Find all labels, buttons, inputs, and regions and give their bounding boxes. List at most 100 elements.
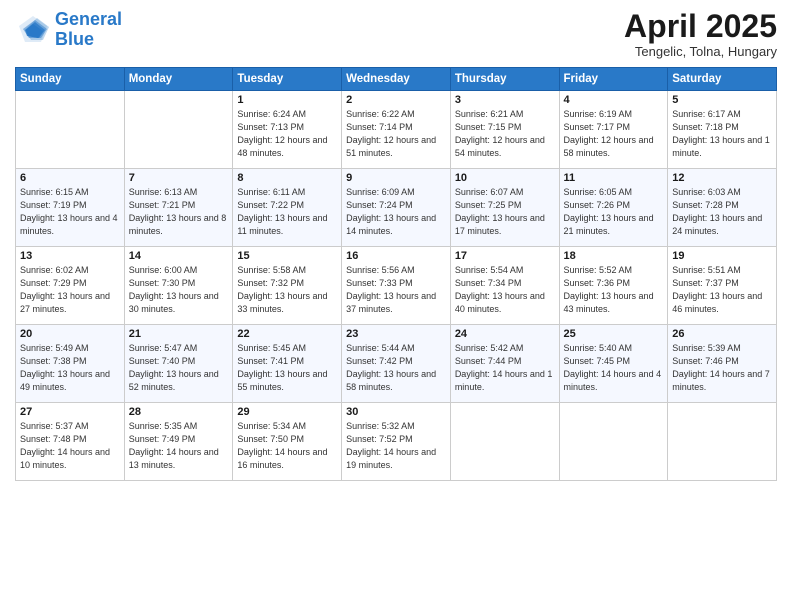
calendar-cell: 11 Sunrise: 6:05 AMSunset: 7:26 PMDayligh… — [559, 169, 668, 247]
calendar-cell: 17 Sunrise: 5:54 AMSunset: 7:34 PMDayligh… — [450, 247, 559, 325]
location: Tengelic, Tolna, Hungary — [624, 44, 777, 59]
calendar-cell: 9 Sunrise: 6:09 AMSunset: 7:24 PMDaylight… — [342, 169, 451, 247]
calendar-cell: 26 Sunrise: 5:39 AMSunset: 7:46 PMDayligh… — [668, 325, 777, 403]
calendar-cell: 14Sunrise: 6:00 AMSunset: 7:30 PMDayligh… — [124, 247, 233, 325]
day-info: Sunrise: 5:49 AMSunset: 7:38 PMDaylight:… — [20, 342, 120, 394]
calendar-cell — [668, 403, 777, 481]
day-info: Sunrise: 6:15 AMSunset: 7:19 PMDaylight:… — [20, 186, 120, 238]
day-number: 16 — [346, 250, 446, 262]
calendar-cell — [124, 91, 233, 169]
day-number: 3 — [455, 94, 555, 106]
day-info: Sunrise: 5:39 AMSunset: 7:46 PMDaylight:… — [672, 342, 772, 394]
calendar-cell: 22Sunrise: 5:45 AMSunset: 7:41 PMDayligh… — [233, 325, 342, 403]
col-wednesday: Wednesday — [342, 68, 451, 91]
day-number: 9 — [346, 172, 446, 184]
logo-text: General Blue — [55, 10, 122, 50]
day-info: Sunrise: 5:40 AMSunset: 7:45 PMDaylight:… — [564, 342, 664, 394]
logo-line2: Blue — [55, 29, 94, 49]
calendar-cell: 16 Sunrise: 5:56 AMSunset: 7:33 PMDayligh… — [342, 247, 451, 325]
day-number: 1 — [237, 94, 337, 106]
day-info: Sunrise: 6:13 AMSunset: 7:21 PMDaylight:… — [129, 186, 229, 238]
col-saturday: Saturday — [668, 68, 777, 91]
day-number: 5 — [672, 94, 772, 106]
day-number: 17 — [455, 250, 555, 262]
calendar-table: Sunday Monday Tuesday Wednesday Thursday… — [15, 67, 777, 481]
day-number: 29 — [237, 406, 337, 418]
col-friday: Friday — [559, 68, 668, 91]
day-info: Sunrise: 6:21 AMSunset: 7:15 PMDaylight:… — [455, 108, 555, 160]
logo: General Blue — [15, 10, 122, 50]
day-info: Sunrise: 5:56 AMSunset: 7:33 PMDaylight:… — [346, 264, 446, 316]
col-sunday: Sunday — [16, 68, 125, 91]
month-title: April 2025 — [624, 10, 777, 42]
header: General Blue April 2025 Tengelic, Tolna,… — [15, 10, 777, 59]
day-number: 13 — [20, 250, 120, 262]
col-monday: Monday — [124, 68, 233, 91]
day-info: Sunrise: 5:42 AMSunset: 7:44 PMDaylight:… — [455, 342, 555, 394]
calendar-cell: 5 Sunrise: 6:17 AMSunset: 7:18 PMDaylight… — [668, 91, 777, 169]
day-number: 21 — [129, 328, 229, 340]
logo-icon — [15, 12, 51, 48]
day-info: Sunrise: 5:35 AMSunset: 7:49 PMDaylight:… — [129, 420, 229, 472]
page: General Blue April 2025 Tengelic, Tolna,… — [0, 0, 792, 612]
calendar-cell: 7 Sunrise: 6:13 AMSunset: 7:21 PMDaylight… — [124, 169, 233, 247]
day-info: Sunrise: 5:52 AMSunset: 7:36 PMDaylight:… — [564, 264, 664, 316]
day-number: 8 — [237, 172, 337, 184]
day-number: 15 — [237, 250, 337, 262]
day-info: Sunrise: 5:58 AMSunset: 7:32 PMDaylight:… — [237, 264, 337, 316]
day-info: Sunrise: 6:17 AMSunset: 7:18 PMDaylight:… — [672, 108, 772, 160]
calendar-row-5: 27Sunrise: 5:37 AMSunset: 7:48 PMDayligh… — [16, 403, 777, 481]
calendar-cell: 8 Sunrise: 6:11 AMSunset: 7:22 PMDaylight… — [233, 169, 342, 247]
day-number: 4 — [564, 94, 664, 106]
day-number: 26 — [672, 328, 772, 340]
day-number: 28 — [129, 406, 229, 418]
title-block: April 2025 Tengelic, Tolna, Hungary — [624, 10, 777, 59]
col-tuesday: Tuesday — [233, 68, 342, 91]
calendar-row-2: 6 Sunrise: 6:15 AMSunset: 7:19 PMDaylight… — [16, 169, 777, 247]
calendar-cell: 10Sunrise: 6:07 AMSunset: 7:25 PMDayligh… — [450, 169, 559, 247]
day-info: Sunrise: 6:11 AMSunset: 7:22 PMDaylight:… — [237, 186, 337, 238]
day-number: 18 — [564, 250, 664, 262]
day-number: 2 — [346, 94, 446, 106]
day-number: 10 — [455, 172, 555, 184]
calendar-cell: 15 Sunrise: 5:58 AMSunset: 7:32 PMDayligh… — [233, 247, 342, 325]
calendar-cell — [450, 403, 559, 481]
day-number: 22 — [237, 328, 337, 340]
day-number: 6 — [20, 172, 120, 184]
calendar-row-1: 1Sunrise: 6:24 AMSunset: 7:13 PMDaylight… — [16, 91, 777, 169]
day-info: Sunrise: 5:32 AMSunset: 7:52 PMDaylight:… — [346, 420, 446, 472]
day-info: Sunrise: 6:19 AMSunset: 7:17 PMDaylight:… — [564, 108, 664, 160]
day-number: 7 — [129, 172, 229, 184]
calendar-cell — [559, 403, 668, 481]
calendar-cell: 24 Sunrise: 5:42 AMSunset: 7:44 PMDayligh… — [450, 325, 559, 403]
day-info: Sunrise: 6:09 AMSunset: 7:24 PMDaylight:… — [346, 186, 446, 238]
day-number: 14 — [129, 250, 229, 262]
calendar-cell: 30Sunrise: 5:32 AMSunset: 7:52 PMDayligh… — [342, 403, 451, 481]
calendar-cell: 6 Sunrise: 6:15 AMSunset: 7:19 PMDaylight… — [16, 169, 125, 247]
header-row: Sunday Monday Tuesday Wednesday Thursday… — [16, 68, 777, 91]
calendar-cell: 19Sunrise: 5:51 AMSunset: 7:37 PMDayligh… — [668, 247, 777, 325]
day-info: Sunrise: 5:37 AMSunset: 7:48 PMDaylight:… — [20, 420, 120, 472]
day-number: 11 — [564, 172, 664, 184]
day-info: Sunrise: 5:47 AMSunset: 7:40 PMDaylight:… — [129, 342, 229, 394]
day-info: Sunrise: 5:54 AMSunset: 7:34 PMDaylight:… — [455, 264, 555, 316]
calendar-row-4: 20 Sunrise: 5:49 AMSunset: 7:38 PMDayligh… — [16, 325, 777, 403]
day-number: 12 — [672, 172, 772, 184]
day-info: Sunrise: 6:05 AMSunset: 7:26 PMDaylight:… — [564, 186, 664, 238]
day-info: Sunrise: 6:22 AMSunset: 7:14 PMDaylight:… — [346, 108, 446, 160]
day-info: Sunrise: 5:51 AMSunset: 7:37 PMDaylight:… — [672, 264, 772, 316]
day-number: 25 — [564, 328, 664, 340]
calendar-row-3: 13Sunrise: 6:02 AMSunset: 7:29 PMDayligh… — [16, 247, 777, 325]
day-number: 24 — [455, 328, 555, 340]
calendar-cell: 1Sunrise: 6:24 AMSunset: 7:13 PMDaylight… — [233, 91, 342, 169]
calendar-cell — [16, 91, 125, 169]
day-number: 23 — [346, 328, 446, 340]
col-thursday: Thursday — [450, 68, 559, 91]
calendar-cell: 20 Sunrise: 5:49 AMSunset: 7:38 PMDayligh… — [16, 325, 125, 403]
day-info: Sunrise: 5:44 AMSunset: 7:42 PMDaylight:… — [346, 342, 446, 394]
day-number: 20 — [20, 328, 120, 340]
calendar-cell: 13Sunrise: 6:02 AMSunset: 7:29 PMDayligh… — [16, 247, 125, 325]
calendar-cell: 3 Sunrise: 6:21 AMSunset: 7:15 PMDaylight… — [450, 91, 559, 169]
calendar-cell: 29Sunrise: 5:34 AMSunset: 7:50 PMDayligh… — [233, 403, 342, 481]
day-info: Sunrise: 6:03 AMSunset: 7:28 PMDaylight:… — [672, 186, 772, 238]
